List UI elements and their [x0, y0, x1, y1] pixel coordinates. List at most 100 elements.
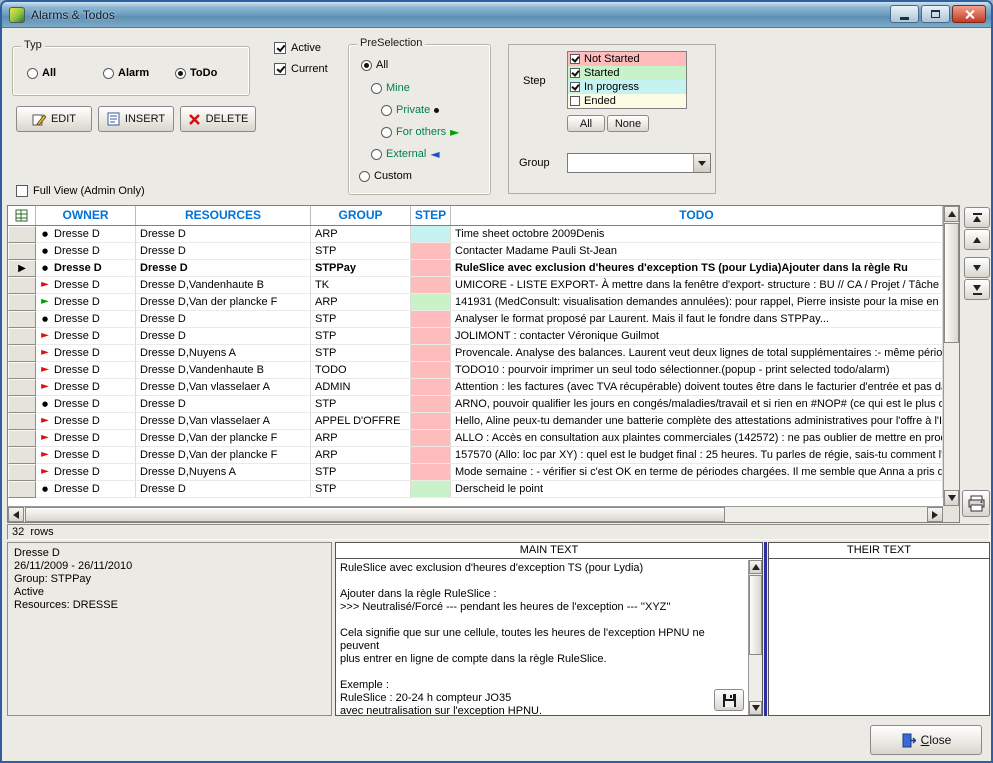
step-option-checkbox[interactable] [570, 54, 580, 64]
column-header-todo[interactable]: TODO [451, 206, 943, 225]
row-selector-cell[interactable] [8, 294, 36, 311]
vertical-scroll-thumb[interactable] [944, 223, 959, 343]
maximize-button[interactable] [921, 5, 950, 23]
row-selector-cell[interactable] [8, 226, 36, 243]
row-selector-cell[interactable] [8, 311, 36, 328]
preselection-radio-all[interactable]: All [361, 59, 388, 71]
close-button[interactable]: Close [870, 725, 982, 755]
row-selector-cell[interactable] [8, 430, 36, 447]
step-option-checkbox[interactable] [570, 96, 580, 106]
record-previous-button[interactable] [964, 229, 990, 250]
scroll-up-button[interactable] [944, 206, 959, 222]
table-row[interactable]: ● Dresse D Dresse D ARP Time sheet octob… [8, 226, 943, 243]
row-selector-cell[interactable] [8, 413, 36, 430]
row-selector-cell[interactable] [8, 379, 36, 396]
step-none-button[interactable]: None [607, 115, 649, 132]
table-row[interactable]: ► Dresse D Dresse D,Van der plancke F AR… [8, 430, 943, 447]
typ-radio-alarm[interactable]: Alarm [103, 67, 149, 79]
record-last-button[interactable] [964, 279, 990, 300]
close-window-button[interactable] [952, 5, 986, 23]
table-vertical-scrollbar[interactable] [943, 206, 959, 506]
step-all-button[interactable]: All [567, 115, 605, 132]
table-row[interactable]: ► Dresse D Dresse D STP JOLIMONT : conta… [8, 328, 943, 345]
column-header-owner[interactable]: OWNER [36, 206, 136, 225]
step-option[interactable]: Ended [568, 94, 686, 108]
horizontal-scroll-thumb[interactable] [25, 507, 725, 522]
row-selector-cell[interactable] [8, 464, 36, 481]
cell-owner: ● Dresse D [36, 260, 136, 277]
cell-step [411, 396, 451, 413]
cell-group: ARP [311, 226, 411, 243]
step-option-checkbox[interactable] [570, 68, 580, 78]
insert-button[interactable]: INSERT [98, 106, 174, 132]
current-checkbox[interactable]: Current [274, 63, 328, 75]
step-option[interactable]: Started [568, 66, 686, 80]
table-row[interactable]: ► Dresse D Dresse D,Nuyens A STP Mode se… [8, 464, 943, 481]
record-next-button[interactable] [964, 257, 990, 278]
scroll-down-button[interactable] [944, 490, 959, 506]
print-button[interactable] [962, 490, 990, 517]
scroll-down-button[interactable] [749, 701, 762, 715]
dropdown-arrow-button[interactable] [693, 154, 710, 172]
main-text-scrollbar[interactable] [748, 560, 762, 715]
active-checkbox[interactable]: Active [274, 42, 321, 54]
grid-icon [15, 209, 28, 222]
row-selector-cell[interactable] [8, 362, 36, 379]
step-option[interactable]: In progress [568, 80, 686, 94]
table-row[interactable]: ► Dresse D Dresse D,Nuyens A STP Provenc… [8, 345, 943, 362]
table-row[interactable]: ● Dresse D Dresse D STP Analyser le form… [8, 311, 943, 328]
table-row[interactable]: ► Dresse D Dresse D,Vandenhaute B TODO T… [8, 362, 943, 379]
row-selector-cell[interactable] [8, 396, 36, 413]
typ-radio-todo[interactable]: ToDo [175, 67, 217, 79]
table-row[interactable]: ► Dresse D Dresse D,Van der plancke F AR… [8, 294, 943, 311]
scroll-right-button[interactable] [927, 507, 943, 522]
table-row[interactable]: ► Dresse D Dresse D,Van der plancke F AR… [8, 447, 943, 464]
table-row[interactable]: ► Dresse D Dresse D,Van vlasselaer A ADM… [8, 379, 943, 396]
table-row[interactable]: ▶ ● Dresse D Dresse D STPPay RuleSlice a… [8, 260, 943, 277]
preselection-radio-external[interactable]: External ◄ [371, 148, 440, 160]
scroll-up-button[interactable] [749, 560, 762, 574]
table-row[interactable]: ● Dresse D Dresse D STP ARNO, pouvoir qu… [8, 396, 943, 413]
preselection-radio-custom[interactable]: Custom [359, 170, 412, 182]
preselection-radio-private[interactable]: Private [381, 104, 439, 116]
minimize-button[interactable] [890, 5, 919, 23]
preselection-group-label: PreSelection [357, 37, 425, 49]
preselection-radio-mine[interactable]: Mine [371, 82, 410, 94]
row-selector-cell[interactable]: ▶ [8, 260, 36, 277]
row-marker-icon: ► [40, 362, 50, 378]
column-header-resources[interactable]: RESOURCES [136, 206, 311, 225]
their-text-area[interactable] [769, 560, 989, 715]
main-text-scroll-thumb[interactable] [749, 575, 762, 655]
row-selector-cell[interactable] [8, 277, 36, 294]
main-text-area[interactable]: RuleSlice avec exclusion d'heures d'exce… [336, 560, 748, 715]
save-button[interactable] [714, 689, 744, 711]
record-first-button[interactable] [964, 207, 990, 228]
table-row[interactable]: ● Dresse D Dresse D STP Derscheid le poi… [8, 481, 943, 498]
preselection-radio-for-others[interactable]: For others ► [381, 126, 459, 138]
full-view-checkbox[interactable]: Full View (Admin Only) [16, 185, 145, 197]
edit-button[interactable]: EDIT [16, 106, 92, 132]
table-row[interactable]: ► Dresse D Dresse D,Van vlasselaer A APP… [8, 413, 943, 430]
step-option-checkbox[interactable] [570, 82, 580, 92]
typ-radio-all[interactable]: All [27, 67, 56, 79]
column-header-group[interactable]: GROUP [311, 206, 411, 225]
delete-button[interactable]: DELETE [180, 106, 256, 132]
titlebar: Alarms & Todos [2, 2, 991, 28]
row-selector-cell[interactable] [8, 447, 36, 464]
row-selector-cell[interactable] [8, 481, 36, 498]
table-row[interactable]: ● Dresse D Dresse D STP Contacter Madame… [8, 243, 943, 260]
cell-group: TODO [311, 362, 411, 379]
step-option[interactable]: Not Started [568, 52, 686, 66]
scroll-left-button[interactable] [8, 507, 24, 522]
table-horizontal-scrollbar[interactable] [8, 506, 943, 522]
group-label: Group [519, 157, 550, 169]
table-row[interactable]: ► Dresse D Dresse D,Vandenhaute B TK UMI… [8, 277, 943, 294]
row-selector-cell[interactable] [8, 345, 36, 362]
column-header-step[interactable]: STEP [411, 206, 451, 225]
panel-splitter[interactable] [764, 542, 767, 716]
triangle-up-icon [752, 564, 760, 570]
table-header-row: OWNER RESOURCES GROUP STEP TODO [8, 206, 943, 226]
group-dropdown[interactable] [567, 153, 711, 173]
row-selector-cell[interactable] [8, 328, 36, 345]
row-selector-cell[interactable] [8, 243, 36, 260]
